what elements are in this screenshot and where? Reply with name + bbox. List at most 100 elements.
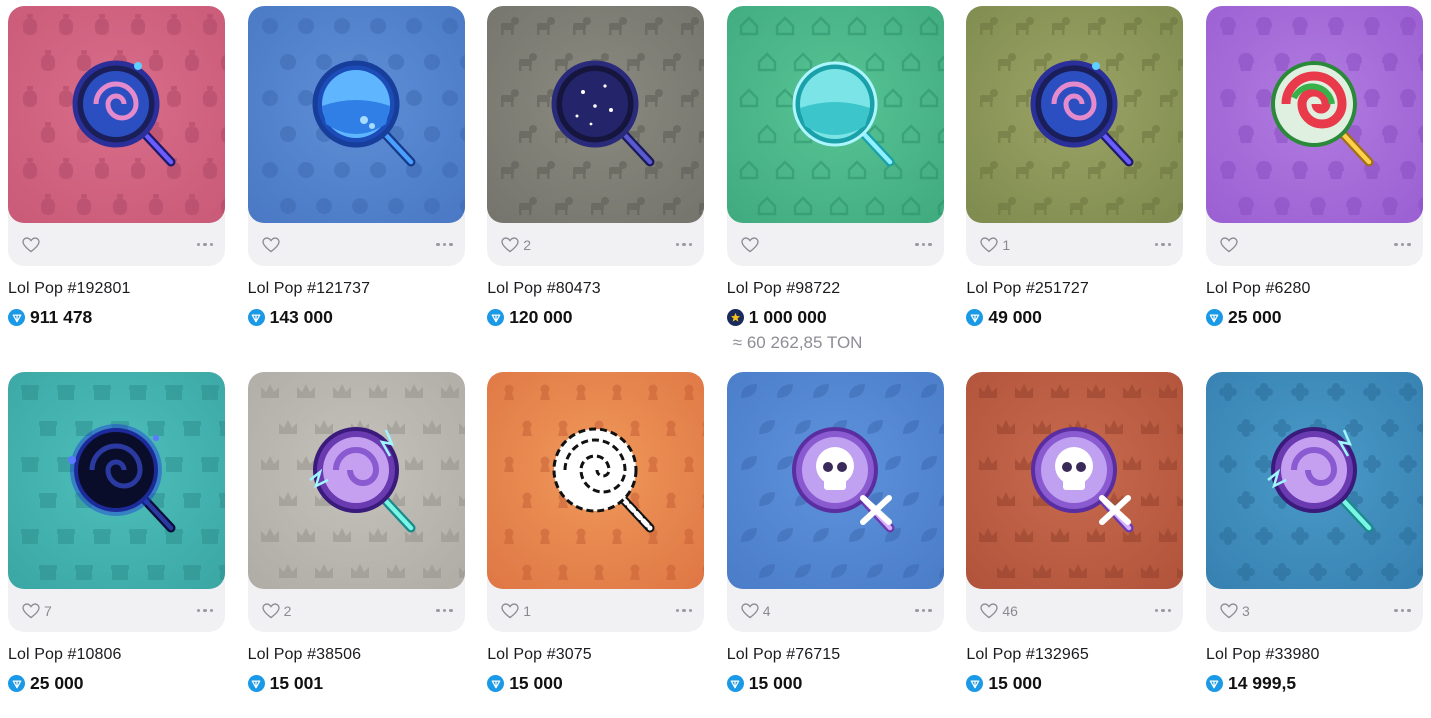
like-button[interactable] xyxy=(22,236,44,253)
more-options-button[interactable] xyxy=(196,605,213,617)
like-count: 7 xyxy=(44,602,52,619)
dot-icon xyxy=(442,242,447,247)
gift-thumbnail[interactable]: 1 xyxy=(966,6,1184,266)
gift-thumbnail[interactable] xyxy=(726,6,944,266)
dot-icon xyxy=(1161,608,1165,613)
gift-thumbnail[interactable]: 4 xyxy=(726,372,944,632)
approx-ton-value: ≈ 60 262,85 TON xyxy=(732,333,863,352)
like-button[interactable]: 2 xyxy=(501,237,531,253)
gift-title[interactable]: Lol Pop #251727 xyxy=(966,280,1183,298)
gift-title[interactable]: Lol Pop #6280 xyxy=(1206,280,1423,298)
like-button[interactable] xyxy=(1220,236,1242,253)
card-actions xyxy=(727,223,944,266)
card-actions xyxy=(8,223,225,266)
gift-price: 14 999,5 xyxy=(1205,673,1423,694)
dot-icon xyxy=(1394,242,1398,247)
gift-title[interactable]: Lol Pop #132965 xyxy=(966,646,1183,664)
like-button[interactable]: 1 xyxy=(980,237,1010,253)
ton-coin-icon xyxy=(247,309,265,326)
dot-icon xyxy=(928,242,932,247)
price-value: 911 478 xyxy=(30,307,93,327)
gift-card[interactable]: 2 Lol Pop #80473 120 000 xyxy=(487,6,705,348)
ton-coin-icon xyxy=(726,675,744,692)
heart-icon xyxy=(261,602,280,619)
gift-card[interactable]: Lol Pop #6280 25 000 xyxy=(1205,6,1423,348)
gift-price: 1 000 000 xyxy=(726,307,944,328)
gift-thumbnail[interactable]: 46 xyxy=(966,372,1184,632)
gift-thumbnail[interactable] xyxy=(1205,6,1423,266)
like-button[interactable]: 1 xyxy=(501,603,531,619)
more-options-button[interactable] xyxy=(1154,239,1172,251)
more-options-button[interactable] xyxy=(675,605,693,617)
gift-title[interactable]: Lol Pop #121737 xyxy=(248,280,465,298)
dot-icon xyxy=(449,608,453,613)
gift-thumbnail[interactable]: 7 xyxy=(8,372,225,632)
like-count: 2 xyxy=(523,236,531,253)
more-options-button[interactable] xyxy=(436,239,453,251)
like-button[interactable]: 3 xyxy=(1220,603,1250,619)
ton-coin-icon xyxy=(1205,309,1223,326)
gift-title[interactable]: Lol Pop #33980 xyxy=(1206,646,1423,664)
heart-icon xyxy=(741,602,759,619)
ton-coin-icon xyxy=(247,675,265,692)
gift-price: 120 000 xyxy=(487,307,704,328)
gift-title[interactable]: Lol Pop #38506 xyxy=(248,646,465,664)
dot-icon xyxy=(209,608,213,613)
gift-thumbnail[interactable]: 1 xyxy=(487,372,705,632)
gift-title[interactable]: Lol Pop #98722 xyxy=(727,280,944,298)
gift-card[interactable]: Lol Pop #121737 143 000 xyxy=(247,6,465,348)
dot-icon xyxy=(203,608,207,613)
like-button[interactable]: 4 xyxy=(741,603,771,619)
heart-icon xyxy=(501,236,519,253)
gift-thumbnail[interactable]: 3 xyxy=(1205,372,1423,632)
more-options-button[interactable] xyxy=(196,239,213,251)
dot-icon xyxy=(436,242,440,247)
gift-title[interactable]: Lol Pop #10806 xyxy=(8,646,225,664)
gift-card[interactable]: 4 Lol Pop #76715 15 000 xyxy=(726,372,944,714)
like-button[interactable]: 2 xyxy=(261,602,292,619)
ton-coin-icon xyxy=(487,309,505,326)
gift-thumbnail[interactable]: 2 xyxy=(487,6,705,266)
more-options-button[interactable] xyxy=(436,605,453,617)
gift-title[interactable]: Lol Pop #76715 xyxy=(727,646,944,664)
gift-thumbnail[interactable] xyxy=(247,6,465,266)
like-button[interactable]: 46 xyxy=(980,603,1018,619)
gift-title[interactable]: Lol Pop #3075 xyxy=(487,646,704,664)
dot-icon xyxy=(1154,242,1159,247)
ton-coin-icon xyxy=(1205,675,1223,692)
dot-icon xyxy=(1161,242,1165,247)
gift-card[interactable]: 3 Lol Pop #33980 14 999,5 xyxy=(1205,372,1423,714)
more-options-button[interactable] xyxy=(1394,239,1411,251)
ton-coin-icon xyxy=(966,675,984,692)
gift-thumbnail[interactable]: 2 xyxy=(247,372,465,632)
gift-card[interactable]: 46 Lol Pop #132965 15 000 xyxy=(966,372,1184,714)
gift-thumbnail[interactable] xyxy=(8,6,225,266)
gift-card[interactable]: 7 Lol Pop #10806 25 000 xyxy=(8,372,225,714)
lollipop-image xyxy=(791,427,895,533)
gift-card[interactable]: 2 Lol Pop #38506 15 001 xyxy=(247,372,465,714)
star-coin-icon xyxy=(726,309,744,326)
heart-icon xyxy=(261,236,280,253)
more-options-button[interactable] xyxy=(1394,605,1411,617)
gift-card[interactable]: 1 Lol Pop #251727 49 000 xyxy=(966,6,1184,348)
lollipop-image xyxy=(552,427,655,533)
dot-icon xyxy=(921,242,926,247)
more-options-button[interactable] xyxy=(1154,605,1172,617)
gift-card[interactable]: Lol Pop #98722 1 000 000 ≈ 60 262,85 TON xyxy=(726,6,944,352)
ton-coin-icon xyxy=(966,309,984,326)
more-options-button[interactable] xyxy=(915,605,932,617)
like-count: 2 xyxy=(283,602,292,619)
gift-title[interactable]: Lol Pop #192801 xyxy=(8,280,225,298)
gift-title[interactable]: Lol Pop #80473 xyxy=(487,280,704,298)
like-button[interactable] xyxy=(261,236,284,253)
price-value: 15 000 xyxy=(509,673,563,693)
gift-card[interactable]: 1 Lol Pop #3075 15 000 xyxy=(487,372,705,714)
like-button[interactable] xyxy=(741,236,763,253)
gift-card[interactable]: Lol Pop #192801 911 478 xyxy=(8,6,225,348)
gift-grid: Lol Pop #192801 911 478 Lol Pop #121737 … xyxy=(0,0,1431,718)
more-options-button[interactable] xyxy=(675,239,693,251)
like-button[interactable]: 7 xyxy=(22,603,52,619)
dot-icon xyxy=(1407,608,1411,613)
like-count: 46 xyxy=(1002,602,1018,619)
more-options-button[interactable] xyxy=(915,239,932,251)
